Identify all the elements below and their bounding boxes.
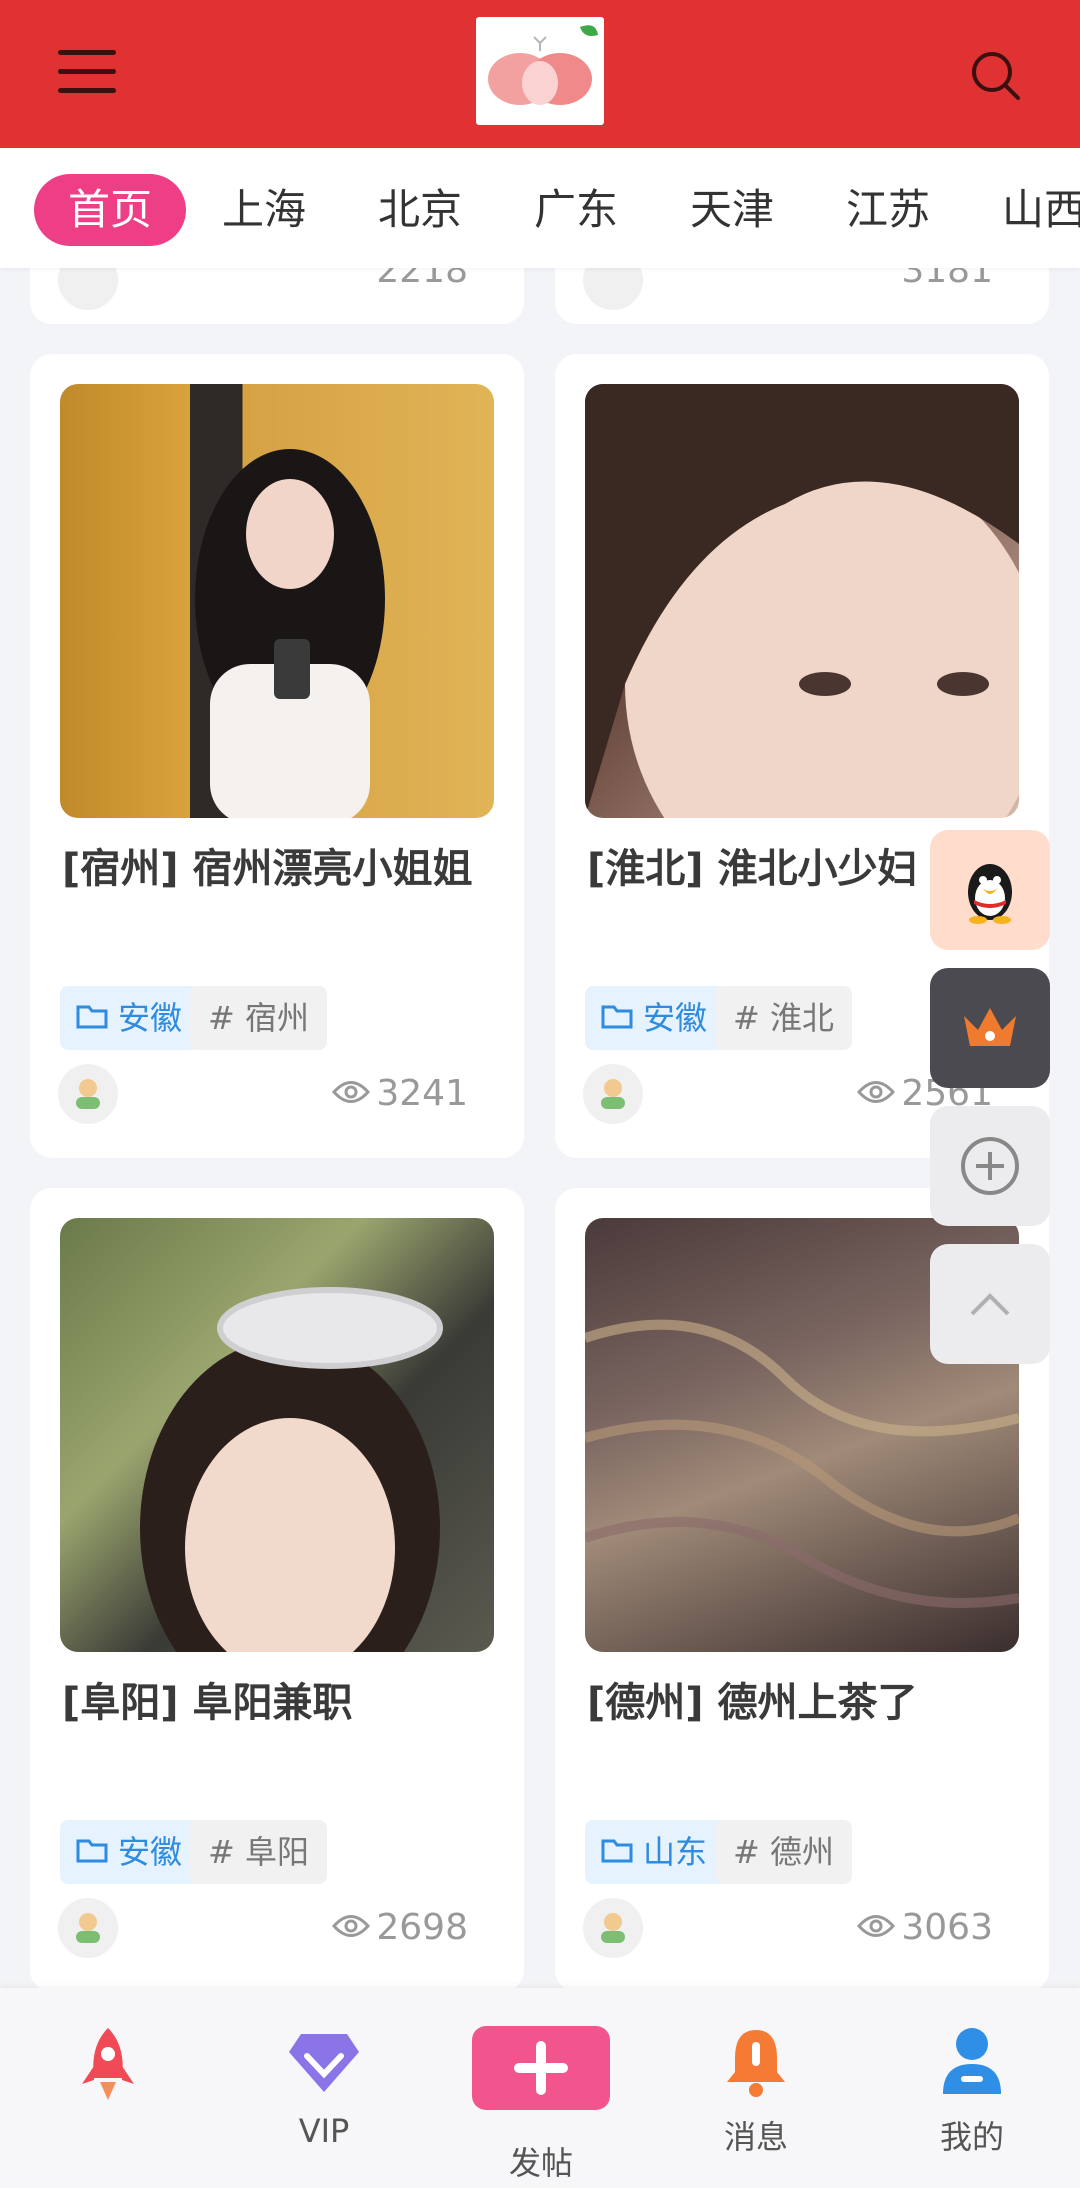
crown-icon — [964, 1008, 1016, 1046]
post-title[interactable]: [淮北] 淮北小少妇 — [587, 836, 918, 894]
post-title[interactable]: [宿州] 宿州漂亮小姐姐 — [62, 836, 473, 894]
nav-home[interactable] — [0, 1988, 216, 2188]
post-title[interactable]: [德州] 德州上茶了 — [587, 1670, 918, 1728]
scroll-top-button[interactable] — [930, 1244, 1050, 1364]
add-button[interactable] — [930, 1106, 1050, 1226]
tab-shanghai[interactable]: 上海 — [222, 174, 306, 246]
rocket-icon — [82, 2028, 134, 2100]
view-count: 3063 — [857, 1900, 993, 1956]
eye-icon — [857, 1081, 896, 1103]
nav-mine[interactable]: 我的 — [864, 1988, 1080, 2188]
city-tag[interactable]: # 德州 — [715, 1820, 852, 1884]
avatar[interactable] — [58, 1064, 118, 1124]
tab-home[interactable]: 首页 — [34, 174, 187, 246]
folder-icon — [76, 1005, 108, 1029]
qq-button[interactable] — [930, 830, 1050, 950]
folder-icon — [601, 1839, 633, 1863]
nav-label: VIP — [298, 2112, 350, 2150]
category-tag[interactable]: 安徽 — [60, 986, 201, 1050]
search-icon[interactable] — [970, 50, 1022, 102]
eye-icon — [332, 1915, 371, 1937]
folder-icon — [601, 1005, 633, 1029]
bottom-nav: VIP 发帖 消息 我的 — [0, 1988, 1080, 2188]
tab-guangdong[interactable]: 广东 — [534, 174, 618, 246]
nav-vip[interactable]: VIP — [216, 1988, 432, 2188]
city-tag[interactable]: # 阜阳 — [190, 1820, 327, 1884]
avatar[interactable] — [583, 1898, 643, 1958]
post-title[interactable]: [阜阳] 阜阳兼职 — [62, 1670, 353, 1728]
view-count: 2698 — [332, 1900, 468, 1956]
category-tabs: 首页 上海 北京 广东 天津 江苏 山西 — [0, 148, 1080, 268]
tab-beijing[interactable]: 北京 — [378, 174, 462, 246]
category-tag[interactable]: 安徽 — [60, 1820, 201, 1884]
avatar[interactable] — [583, 1064, 643, 1124]
category-tag[interactable]: 山东 — [585, 1820, 726, 1884]
plus-icon — [514, 2041, 568, 2095]
bell-icon — [727, 2030, 785, 2097]
category-tag[interactable]: 安徽 — [585, 986, 726, 1050]
site-logo[interactable] — [476, 17, 604, 125]
tab-tianjin[interactable]: 天津 — [690, 174, 774, 246]
eye-icon — [857, 1915, 896, 1937]
nav-label: 消息 — [723, 2118, 788, 2156]
chevron-up-icon — [970, 1293, 1010, 1316]
top-header — [0, 0, 1080, 148]
post-card[interactable]: [宿州] 宿州漂亮小姐姐 安徽 # 宿州 3241 — [30, 354, 524, 1158]
qq-penguin-icon — [968, 864, 1012, 924]
plus-circle-icon — [961, 1137, 1019, 1195]
post-label: 发帖 — [508, 2144, 573, 2182]
post-photo[interactable] — [60, 1218, 494, 1652]
post-card[interactable]: [阜阳] 阜阳兼职 安徽 # 阜阳 2698 — [30, 1188, 524, 1992]
nav-label: 我的 — [939, 2118, 1004, 2156]
avatar[interactable] — [58, 1898, 118, 1958]
eye-icon — [332, 1081, 371, 1103]
post-photo[interactable] — [60, 384, 494, 818]
folder-icon — [76, 1839, 108, 1863]
menu-icon[interactable] — [58, 48, 116, 96]
user-icon — [943, 2028, 1001, 2094]
city-tag[interactable]: # 淮北 — [715, 986, 852, 1050]
view-count: 3241 — [332, 1066, 468, 1122]
diamond-icon — [289, 2034, 359, 2092]
tab-shanxi[interactable]: 山西 — [1002, 174, 1080, 246]
post-button[interactable] — [472, 2026, 610, 2110]
city-tag[interactable]: # 宿州 — [190, 986, 327, 1050]
post-photo[interactable] — [585, 384, 1019, 818]
vip-crown-button[interactable] — [930, 968, 1050, 1088]
tab-jiangsu[interactable]: 江苏 — [846, 174, 930, 246]
nav-messages[interactable]: 消息 — [648, 1988, 864, 2188]
